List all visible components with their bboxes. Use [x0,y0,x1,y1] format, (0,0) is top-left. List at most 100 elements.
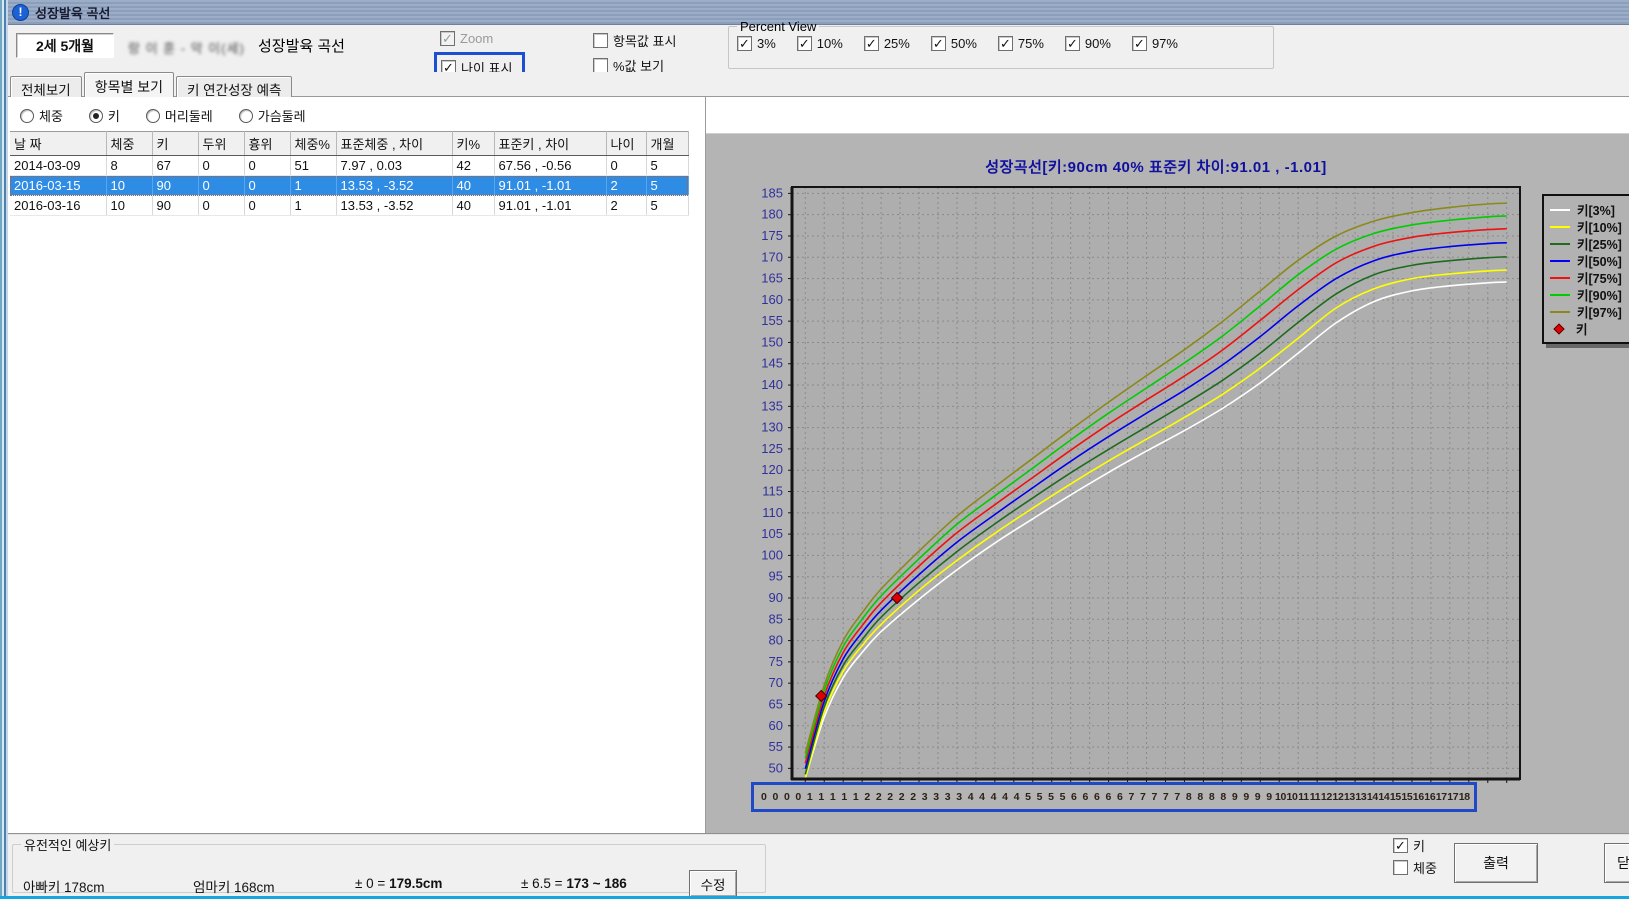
zoom-checkbox[interactable]: ✓Zoom [440,31,493,46]
table-row[interactable]: 2016-03-15109000113.53 , -3.524091.01 , … [10,176,688,196]
checkbox-box[interactable]: ✓ [1132,36,1147,51]
legend-item: 키[75%] [1550,269,1629,286]
checkbox-box[interactable]: ✓ [864,36,879,51]
radio-circle[interactable] [239,109,253,123]
x-tick-label: 5 [1057,791,1068,803]
legend-item: 키[97%] [1550,303,1629,320]
y-tick-label: 70 [769,675,783,690]
percent-option-90%[interactable]: ✓90% [1065,36,1111,51]
measure-radio-2[interactable]: 머리둘레 [146,106,213,125]
table-cell: 1 [290,176,336,196]
legend-line-swatch [1550,209,1570,211]
y-tick-label: 130 [761,420,783,435]
table-cell: 5 [646,196,688,216]
column-header[interactable]: 체중 [106,132,152,156]
table-cell: 91.01 , -1.01 [494,196,606,216]
checkbox-box[interactable]: ✓ [1393,838,1408,853]
measure-radio-0[interactable]: 체중 [20,106,63,125]
checkbox-box[interactable]: ✓ [797,36,812,51]
app-window: ! 성장발육 곡선 2세 5개월 랑 이 훈 - 악 이(세) 성장발육 곡선 … [0,0,1629,899]
y-tick-label: 80 [769,633,783,648]
x-tick-label: 17 [1447,791,1458,803]
x-tick-label: 9 [1240,791,1251,803]
x-tick-label: 7 [1126,791,1137,803]
checkbox-box[interactable]: ✓ [998,36,1013,51]
checkbox-label: 97% [1152,36,1178,51]
table-cell: 90 [152,196,198,216]
checkbox-box[interactable] [593,58,608,73]
legend-line-swatch [1550,277,1570,279]
percent-option-75%[interactable]: ✓75% [998,36,1044,51]
x-tick-label: 6 [1103,791,1114,803]
x-tick-label: 1 [815,791,826,803]
checkbox-box[interactable] [593,33,608,48]
column-header[interactable]: 키 [152,132,198,156]
table-cell: 1 [290,196,336,216]
checkbox-box[interactable]: ✓ [737,36,752,51]
column-header[interactable]: 키% [452,132,494,156]
radio-label: 머리둘레 [165,106,213,125]
table-cell: 42 [452,156,494,176]
x-tick-label: 9 [1229,791,1240,803]
checkbox-label: 키 [1413,836,1425,855]
window-exclamation-icon: ! [12,4,29,21]
column-header[interactable]: 두위 [198,132,244,156]
legend-line-swatch [1550,311,1570,313]
table-cell: 10 [106,176,152,196]
column-header[interactable]: 개월 [646,132,688,156]
x-tick-label: 16 [1424,791,1435,803]
tab-height-growth-forecast[interactable]: 키 연간성장 예측 [176,76,292,98]
table-row[interactable]: 2014-03-0986700517.97 , 0.034267.56 , -0… [10,156,688,176]
y-tick-label: 105 [761,526,783,541]
x-tick-label: 3 [942,791,953,803]
measure-radio-3[interactable]: 가슴둘레 [239,106,306,125]
y-tick-label: 160 [761,292,783,307]
x-tick-label: 2 [896,791,907,803]
tab-overview[interactable]: 전체보기 [10,76,82,98]
print-button[interactable]: 출력 [1454,843,1538,883]
x-tick-label: 2 [873,791,884,803]
radio-circle[interactable] [20,109,34,123]
measure-radio-1[interactable]: 키 [89,106,120,125]
column-header[interactable]: 흉위 [244,132,290,156]
x-tick-label: 2 [861,791,872,803]
background-window-edge [0,0,8,899]
checkbox-box[interactable] [1393,860,1408,875]
checkbox-label: 3% [757,36,776,51]
table-cell: 2016-03-16 [10,196,106,216]
percent-option-3%[interactable]: ✓ 3% [737,36,776,51]
print-height-checkbox[interactable]: ✓키 [1393,836,1437,855]
y-tick-label: 55 [769,739,783,754]
x-axis-age-labels: 0000111112222233334444455556666677777888… [751,782,1477,812]
item-value-checkbox[interactable]: 항목값 표시 [593,31,676,50]
table-cell: 67.56 , -0.56 [494,156,606,176]
y-tick-label: 155 [761,313,783,328]
y-tick-label: 165 [761,271,783,286]
tab-by-item[interactable]: 항목별 보기 [84,72,174,97]
checkbox-box[interactable]: ✓ [440,31,455,46]
checkbox-box[interactable]: ✓ [1065,36,1080,51]
x-tick-label: 0 [781,791,792,803]
percent-option-25%[interactable]: ✓25% [864,36,910,51]
radio-circle[interactable] [146,109,160,123]
column-header[interactable]: 표준체중 , 차이 [336,132,452,156]
x-tick-label: 7 [1137,791,1148,803]
column-header[interactable]: 날 짜 [10,132,106,156]
checkbox-label: 10% [817,36,843,51]
column-header[interactable]: 표준키 , 차이 [494,132,606,156]
table-row[interactable]: 2016-03-16109000113.53 , -3.524091.01 , … [10,196,688,216]
close-button[interactable]: 닫 [1604,843,1629,883]
percent-option-50%[interactable]: ✓50% [931,36,977,51]
x-tick-label: 9 [1263,791,1274,803]
column-header[interactable]: 나이 [606,132,646,156]
percent-option-10%[interactable]: ✓ 10% [797,36,843,51]
y-tick-label: 120 [761,462,783,477]
print-weight-checkbox[interactable]: 체중 [1393,858,1437,877]
edit-button[interactable]: 수정 [689,870,737,897]
x-tick-label: 10 [1286,791,1297,803]
column-header[interactable]: 체중% [290,132,336,156]
radio-circle[interactable] [89,109,103,123]
chart-panel: 성장곡선[키:90cm 40% 표준키 차이:91.01 , -1.01] 18… [706,133,1629,833]
percent-option-97%[interactable]: ✓ 97% [1132,36,1178,51]
checkbox-box[interactable]: ✓ [931,36,946,51]
